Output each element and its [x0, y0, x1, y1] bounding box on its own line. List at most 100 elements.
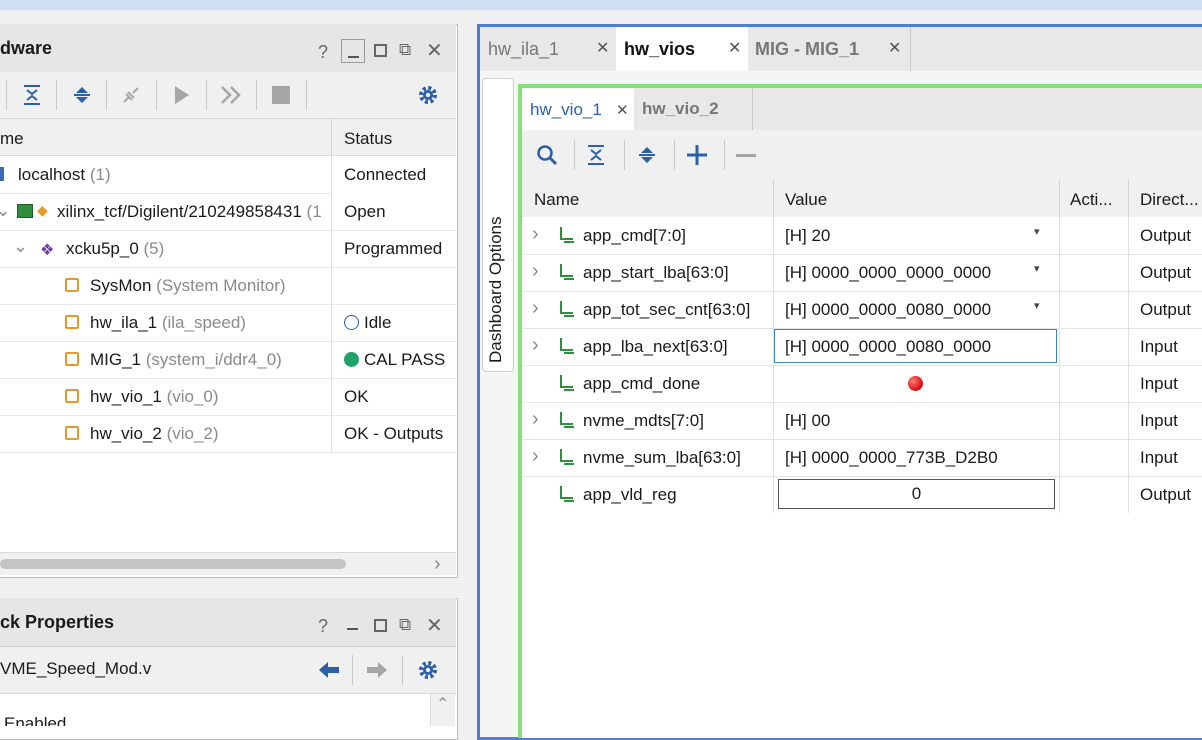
- back-arrow-icon[interactable]: [318, 661, 340, 684]
- chevron-right-icon[interactable]: ›: [532, 445, 539, 468]
- close-icon[interactable]: ✕: [426, 613, 443, 638]
- chevron-down-icon[interactable]: ⌄: [13, 236, 28, 257]
- tree-row-vio-2[interactable]: hw_vio_2 (vio_2) OK - Outputs: [0, 415, 456, 453]
- table-row[interactable]: › app_lba_next[63:0] [H] 0000_0000_0080_…: [522, 328, 1202, 366]
- chevron-right-icon[interactable]: ›: [532, 408, 539, 431]
- tab-hw-vios[interactable]: hw_vios ✕: [616, 27, 748, 71]
- float-icon[interactable]: ⧉: [399, 40, 411, 60]
- probe-icon: [558, 485, 574, 508]
- tree-row-device[interactable]: ⌄ ❖ xcku5p_0 (5) Programmed: [0, 230, 456, 268]
- tab-hw-vio-1[interactable]: hw_vio_1 ✕: [522, 88, 634, 130]
- table-row[interactable]: › nvme_mdts[7:0] [H] 00 Input: [522, 402, 1202, 440]
- table-row[interactable]: app_cmd_done Input: [522, 365, 1202, 403]
- selected-value-cell[interactable]: [H] 0000_0000_0080_0000: [774, 329, 1057, 363]
- value-input[interactable]: 0: [778, 479, 1055, 509]
- status-text: CAL PASS: [364, 350, 446, 369]
- probe-direction: Output: [1140, 226, 1192, 245]
- board-icon: [17, 204, 33, 218]
- tab-hw-vio-2[interactable]: hw_vio_2: [634, 88, 753, 130]
- scroll-right-icon[interactable]: ›: [434, 553, 441, 576]
- table-row[interactable]: app_vld_reg 0 Output: [522, 476, 1202, 514]
- close-icon[interactable]: ✕: [596, 38, 609, 58]
- column-direction-header[interactable]: Direct...: [1140, 190, 1199, 210]
- probe-name: app_tot_sec_cnt[63:0]: [583, 300, 751, 319]
- maximize-icon[interactable]: [374, 44, 387, 57]
- collapse-all-icon[interactable]: [22, 84, 42, 110]
- expand-all-icon[interactable]: [72, 84, 92, 110]
- tab-label: hw_ila_1: [488, 38, 560, 59]
- expand-all-icon[interactable]: [637, 144, 657, 171]
- close-icon[interactable]: ✕: [888, 38, 901, 58]
- close-icon[interactable]: ✕: [728, 38, 741, 58]
- probe-value: 0: [911, 484, 922, 503]
- tree-row-ila[interactable]: hw_ila_1 (ila_speed) Idle: [0, 304, 456, 342]
- status-text: Open: [344, 202, 386, 221]
- hardware-column-header: me Status: [0, 119, 456, 156]
- scroll-up-icon[interactable]: ⌃: [436, 694, 449, 714]
- tab-hw-ila-1[interactable]: hw_ila_1 ✕: [480, 27, 614, 71]
- column-activity-header[interactable]: Acti...: [1070, 190, 1113, 210]
- properties-title: ck Properties: [0, 612, 115, 632]
- close-icon[interactable]: ✕: [426, 38, 443, 63]
- column-status-header[interactable]: Status: [344, 129, 392, 149]
- probe-name: app_cmd_done: [583, 374, 701, 393]
- idle-status-icon: [344, 315, 359, 330]
- separator: [352, 655, 353, 685]
- separator: [624, 140, 625, 170]
- float-icon[interactable]: ⧉: [399, 615, 411, 635]
- chevron-right-icon[interactable]: ›: [532, 260, 539, 283]
- probe-value[interactable]: [H] 20: [785, 226, 830, 246]
- close-icon[interactable]: ✕: [616, 101, 629, 119]
- debug-core-icon: [65, 426, 79, 440]
- table-row[interactable]: › nvme_sum_lba[63:0] [H] 0000_0000_773B_…: [522, 439, 1202, 477]
- chevron-right-icon[interactable]: ›: [532, 297, 539, 320]
- hardware-toolbar: [0, 72, 456, 119]
- table-row[interactable]: › app_cmd[7:0] [H] 20 ▾ Output: [522, 217, 1202, 255]
- minimize-icon: [348, 56, 359, 58]
- gear-icon[interactable]: [417, 84, 439, 111]
- tree-row-target[interactable]: ⌄ ◆ xilinx_tcf/Digilent/210249858431 (1 …: [0, 193, 456, 231]
- dashboard-tab-bar: hw_ila_1 ✕ hw_vios ✕ MIG - MIG_1 ✕: [480, 27, 1202, 71]
- tree-row-vio-1[interactable]: hw_vio_1 (vio_0) OK: [0, 378, 456, 416]
- add-icon[interactable]: [686, 144, 708, 171]
- tree-row-mig[interactable]: MIG_1 (system_i/ddr4_0) CAL PASS: [0, 341, 456, 379]
- debug-core-icon: [65, 278, 79, 292]
- probe-value[interactable]: [H] 0000_0000_0000_0000: [785, 263, 991, 283]
- chevron-right-icon[interactable]: ›: [532, 223, 539, 246]
- dashboard-options-tab[interactable]: Dashboard Options: [482, 78, 514, 372]
- gear-icon[interactable]: [417, 659, 439, 686]
- tree-row-sysmon[interactable]: SysMon (System Monitor): [0, 267, 456, 305]
- separator: [206, 80, 207, 110]
- stop-icon: [272, 86, 290, 104]
- table-row[interactable]: › app_tot_sec_cnt[63:0] [H] 0000_0000_00…: [522, 291, 1202, 329]
- remove-icon: [736, 154, 756, 157]
- scrollbar-thumb[interactable]: [0, 559, 346, 569]
- collapse-all-icon[interactable]: [586, 144, 606, 171]
- column-name-header[interactable]: Name: [534, 190, 579, 210]
- run-immediate-icon: [220, 85, 242, 110]
- column-name-header[interactable]: me: [0, 129, 24, 149]
- probe-icon: [558, 263, 574, 286]
- chevron-right-icon[interactable]: ›: [532, 334, 539, 357]
- chevron-down-icon[interactable]: ⌄: [0, 201, 10, 221]
- probe-icon: [558, 226, 574, 249]
- tree-row-localhost[interactable]: localhost (1) Connected: [0, 156, 456, 194]
- column-value-header[interactable]: Value: [785, 190, 827, 210]
- vertical-scrollbar[interactable]: ⌃: [430, 694, 455, 726]
- search-icon[interactable]: [536, 144, 558, 171]
- separator: [724, 140, 725, 170]
- help-icon[interactable]: ?: [318, 42, 328, 63]
- tab-mig-1[interactable]: MIG - MIG_1 ✕: [750, 27, 911, 71]
- horizontal-scrollbar[interactable]: ›: [0, 552, 456, 575]
- table-row[interactable]: › app_start_lba[63:0] [H] 0000_0000_0000…: [522, 254, 1202, 292]
- help-icon[interactable]: ?: [318, 616, 328, 637]
- vio-table: › app_cmd[7:0] [H] 20 ▾ Output › app_sta…: [522, 217, 1202, 517]
- minimize-button[interactable]: [341, 39, 365, 63]
- dropdown-icon[interactable]: ▾: [1034, 299, 1040, 312]
- minimize-icon[interactable]: [347, 628, 358, 630]
- probe-value[interactable]: [H] 0000_0000_0080_0000: [785, 300, 991, 320]
- dropdown-icon[interactable]: ▾: [1034, 225, 1040, 238]
- dropdown-icon[interactable]: ▾: [1034, 262, 1040, 275]
- maximize-icon[interactable]: [374, 619, 387, 632]
- tab-label: hw_vio_2: [642, 99, 719, 118]
